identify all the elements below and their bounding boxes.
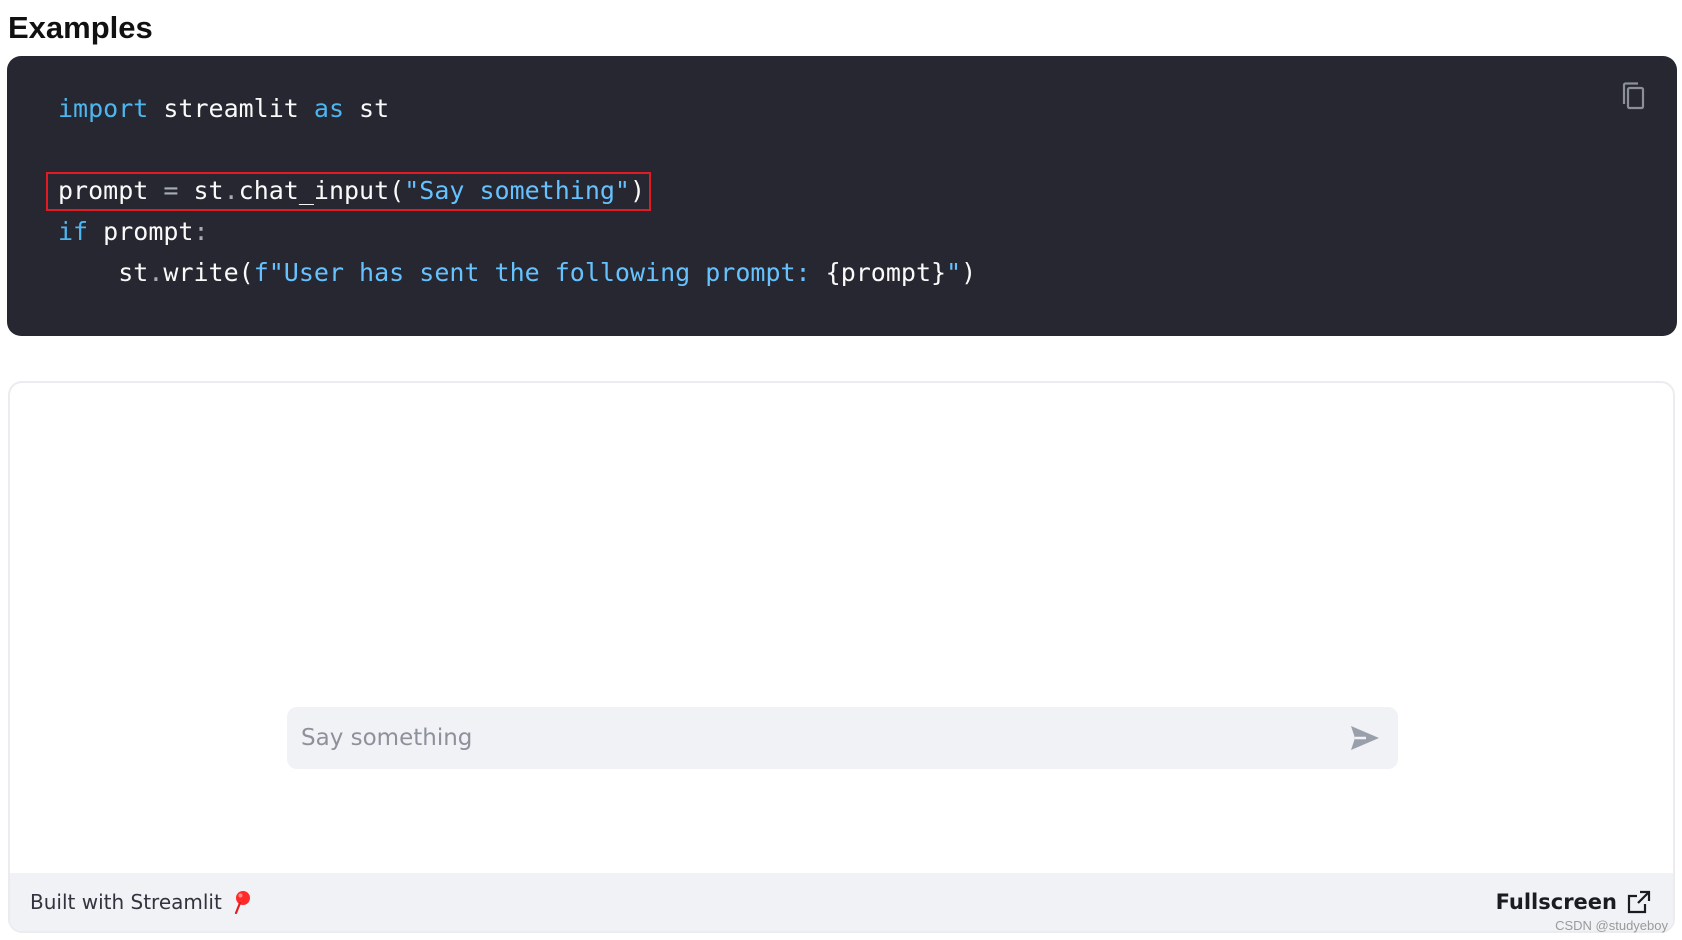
code-token: {prompt}	[825, 258, 947, 287]
code-line-4: if prompt:	[58, 211, 976, 252]
keyword: import	[58, 94, 149, 123]
chat-input-container	[287, 707, 1398, 769]
code-token: st	[178, 176, 224, 205]
code-token: write(	[163, 258, 254, 287]
keyword: if	[58, 217, 89, 246]
code-token: st	[344, 94, 390, 123]
code-token: chat_input(	[238, 176, 405, 205]
keyword: as	[313, 94, 344, 123]
string-literal: "	[946, 258, 962, 287]
app-preview-frame: Built with Streamlit Fullscreen	[8, 381, 1675, 933]
built-with-streamlit[interactable]: Built with Streamlit	[30, 890, 252, 914]
code-token: )	[630, 176, 646, 205]
code-token: prompt	[88, 217, 194, 246]
operator: :	[193, 217, 209, 246]
operator: =	[163, 176, 179, 205]
code-line-5: st.write(f"User has sent the following p…	[58, 252, 976, 293]
built-with-label: Built with Streamlit	[30, 890, 222, 914]
code-token: )	[961, 258, 977, 287]
pin-icon	[232, 890, 252, 914]
fullscreen-label: Fullscreen	[1495, 890, 1617, 914]
send-button[interactable]	[1348, 721, 1382, 755]
string-literal: f"User has sent the following prompt:	[253, 258, 826, 287]
operator: .	[148, 258, 164, 287]
string-literal: "Say something"	[404, 176, 630, 205]
code-token: prompt	[58, 176, 164, 205]
code-line-3: prompt = st.chat_input("Say something")	[45, 170, 976, 211]
operator: .	[223, 176, 239, 205]
watermark: CSDN @studyeboy	[1555, 918, 1668, 933]
chat-input[interactable]	[287, 707, 1348, 769]
highlighted-code-line: prompt = st.chat_input("Say something")	[45, 172, 652, 211]
copy-icon	[1622, 82, 1645, 110]
code-line-1: import streamlit as st	[58, 88, 976, 129]
code-token: st	[118, 258, 149, 287]
fullscreen-button[interactable]: Fullscreen	[1496, 890, 1651, 914]
code-token: streamlit	[148, 94, 314, 123]
send-icon	[1351, 726, 1379, 750]
copy-button[interactable]	[1619, 80, 1649, 114]
code-block: import streamlit as st prompt = st.chat_i…	[7, 56, 1677, 336]
app-footer: Built with Streamlit Fullscreen	[10, 873, 1673, 931]
page-title: Examples	[8, 10, 153, 45]
external-link-icon	[1627, 890, 1651, 914]
code-content: import streamlit as st prompt = st.chat_i…	[45, 88, 976, 293]
